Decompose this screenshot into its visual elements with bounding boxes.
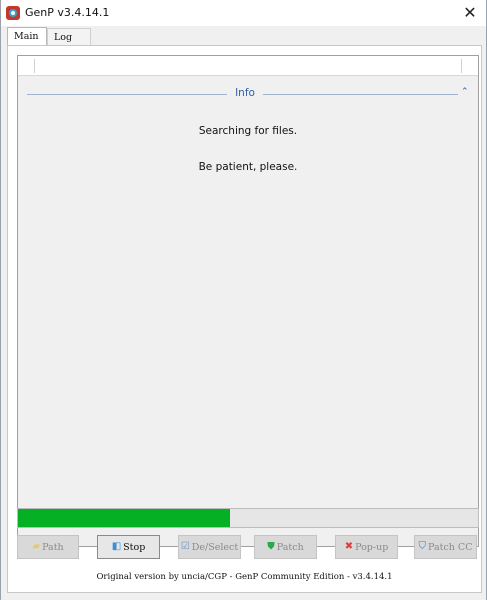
app-window: GenP v3.4.14.1 ✕ Main Log Info ⌃ Searchi…	[0, 0, 487, 600]
shield-icon: ⛉	[418, 541, 427, 552]
path-button-label: Path	[42, 541, 64, 553]
tab-log[interactable]: Log	[47, 28, 91, 45]
window-title: GenP v3.4.14.1	[25, 6, 110, 19]
tab-main[interactable]: Main	[7, 27, 47, 45]
folder-icon: ▰	[32, 541, 41, 552]
popup-button[interactable]: ✖ Pop-up	[335, 535, 398, 559]
close-button[interactable]: ✕	[458, 3, 482, 23]
stop-icon: ◧	[111, 541, 122, 552]
progress-fill	[18, 509, 230, 527]
progress-bar	[17, 508, 479, 528]
info-group-title: Info	[235, 87, 255, 99]
main-panel: Info ⌃ Searching for files. Be patient, …	[7, 45, 482, 593]
path-button[interactable]: ▰ Path	[17, 535, 79, 559]
title-bar: GenP v3.4.14.1 ✕	[1, 0, 486, 26]
group-divider-left	[27, 94, 227, 95]
status-message-patient: Be patient, please.	[198, 161, 298, 173]
file-list-area: Info ⌃ Searching for files. Be patient, …	[17, 55, 479, 547]
patch-button[interactable]: ⛊ Patch	[254, 535, 317, 559]
group-divider-right	[263, 94, 458, 95]
stop-button-label: Stop	[123, 541, 146, 553]
stop-button[interactable]: ◧ Stop	[97, 535, 160, 559]
patch-button-label: Patch	[276, 541, 304, 553]
patch-cc-button-label: Patch CC	[428, 541, 473, 553]
popup-block-icon: ✖	[344, 541, 354, 552]
deselect-button-label: De/Select	[191, 541, 239, 553]
collapse-icon[interactable]: ⌃	[461, 87, 469, 97]
deselect-button[interactable]: ☑ De/Select	[178, 535, 241, 559]
shield-check-icon: ⛊	[267, 541, 275, 552]
deselect-icon: ☑	[180, 541, 190, 552]
popup-button-label: Pop-up	[355, 541, 389, 553]
footer-credits: Original version by uncia/CGP - GenP Com…	[96, 572, 393, 582]
app-logo-icon	[6, 6, 20, 20]
list-header	[18, 56, 478, 76]
patch-cc-button[interactable]: ⛉ Patch CC	[414, 535, 477, 559]
status-message-searching: Searching for files.	[198, 125, 298, 137]
